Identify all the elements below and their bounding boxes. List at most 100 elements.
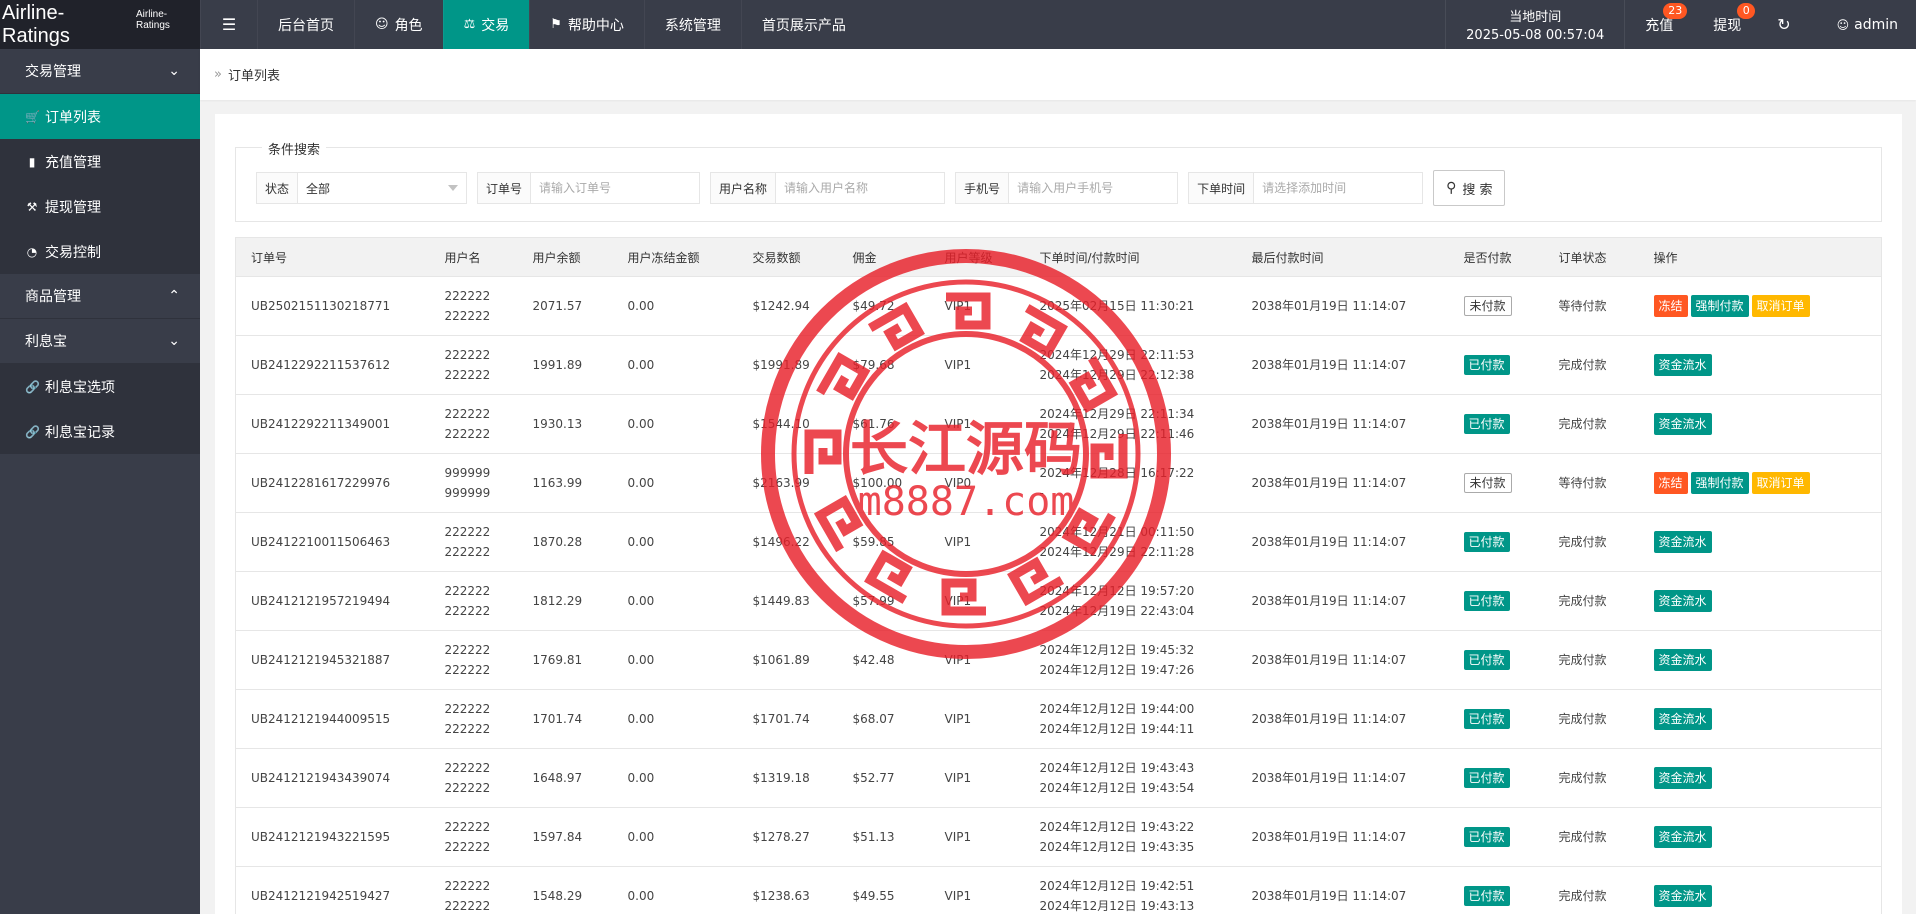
paid-cell: 已付款 (1448, 630, 1544, 690)
column-header: 用户等级 (929, 237, 1025, 277)
balance-cell: 1701.74 (517, 689, 613, 749)
order-input[interactable] (531, 173, 700, 203)
paid-cell: 已付款 (1448, 571, 1544, 631)
sidebar-group-trade[interactable]: 交易管理 ⌄ (0, 49, 200, 94)
table-row: UB2412121957219494 222222 222222 1812.29 0.0… (235, 571, 1882, 631)
fund-flow-button[interactable]: 资金流水 (1653, 354, 1712, 376)
fund-flow-button[interactable]: 资金流水 (1653, 649, 1712, 671)
last-pay-time-cell: 2038年01月19日 11:14:07 (1236, 748, 1449, 808)
recharge-badge: 23 (1663, 3, 1688, 19)
withdraw-button[interactable]: 提现 0 (1693, 0, 1761, 49)
fund-flow-button[interactable]: 资金流水 (1653, 531, 1712, 553)
username: 222222 (444, 289, 491, 303)
fund-flow-button[interactable]: 资金流水 (1653, 767, 1712, 789)
sidebar-item-recharge[interactable]: ▮ 充值管理 (0, 139, 200, 184)
freeze-button[interactable]: 冻结 (1653, 295, 1688, 317)
amount-cell: $1319.18 (737, 748, 838, 808)
nav-products[interactable]: 首页展示产品 (740, 0, 866, 49)
nav-help[interactable]: ⚑ 帮助中心 (529, 0, 644, 49)
username-cell: 222222 222222 (429, 807, 518, 867)
cancel-order-button[interactable]: 取消订单 (1751, 295, 1810, 317)
breadcrumb-current[interactable]: 订单列表 (228, 65, 280, 84)
paid-status-badge: 已付款 (1463, 591, 1510, 611)
actions-cell: 资金流水 (1638, 512, 1882, 572)
frozen-cell: 0.00 (612, 394, 738, 454)
freeze-button[interactable]: 冻结 (1653, 472, 1688, 494)
phone-label: 手机号 (956, 173, 1010, 203)
order-time-cell: 2024年12月28日 16:17:22 - (1024, 453, 1237, 513)
sidebar-group-interest[interactable]: 利息宝 ⌄ (0, 319, 200, 364)
fund-flow-button[interactable]: 资金流水 (1653, 590, 1712, 612)
user-phone: 222222 (444, 309, 491, 323)
commission-cell: $68.07 (837, 689, 930, 749)
paid-status-badge: 已付款 (1463, 886, 1510, 906)
recharge-button[interactable]: 充值 23 (1625, 0, 1693, 49)
nav-role[interactable]: ☺ 角色 (354, 0, 443, 49)
fund-flow-button[interactable]: 资金流水 (1653, 708, 1712, 730)
force-pay-button[interactable]: 强制付款 (1690, 295, 1749, 317)
username-cell: 222222 222222 (429, 512, 518, 572)
level-cell: VIP1 (929, 807, 1025, 867)
status-select[interactable]: 全部 (298, 173, 466, 203)
user-phone: 222222 (444, 545, 491, 559)
gauge-icon: ◔ (26, 244, 38, 259)
phone-input[interactable] (1009, 173, 1178, 203)
balance-cell: 1870.28 (517, 512, 613, 572)
sidebar-item-label: 交易控制 (45, 244, 101, 261)
sidebar-item-interest-options[interactable]: 🔗 利息宝选项 (0, 364, 200, 409)
user-menu[interactable]: ☺ admin (1807, 0, 1916, 49)
table-row: UB2412121943221595 222222 222222 1597.84 0.0… (235, 807, 1882, 867)
column-header: 佣金 (837, 237, 930, 277)
amount-cell: $1238.63 (737, 866, 838, 914)
pay-time: 2024年12月12日 19:43:35 (1039, 840, 1195, 854)
search-button[interactable]: ⚲ 搜 索 (1433, 170, 1506, 206)
nav-trade[interactable]: ⚖ 交易 (442, 0, 530, 49)
fund-flow-button[interactable]: 资金流水 (1653, 885, 1712, 907)
order-time-cell: 2024年12月12日 19:45:32 2024年12月12日 19:47:26 (1024, 630, 1237, 690)
level-cell: VIP1 (929, 748, 1025, 808)
order-status-cell: 完成付款 (1543, 335, 1639, 395)
user-phone: 222222 (444, 427, 491, 441)
logo[interactable]: Airline-Ratings Airline-Ratings (0, 0, 200, 49)
order-label: 订单号 (478, 173, 532, 203)
username-input[interactable] (776, 173, 945, 203)
nav-system[interactable]: 系统管理 (643, 0, 741, 49)
last-pay-time-cell: 2038年01月19日 11:14:07 (1236, 512, 1449, 572)
top-bar: Airline-Ratings Airline-Ratings ☰ 后台首页 ☺… (0, 0, 1916, 49)
frozen-cell: 0.00 (612, 512, 738, 572)
cancel-order-button[interactable]: 取消订单 (1751, 472, 1810, 494)
order-time-cell: 2024年12月12日 19:43:22 2024年12月12日 19:43:35 (1024, 807, 1237, 867)
order-id: UB2412121944009515 (235, 689, 430, 749)
user-phone: 222222 (444, 604, 491, 618)
phone-field: 手机号 (955, 172, 1179, 204)
content-card: 条件搜索 状态 全部 订单号 用户名称 手机号 下单 (215, 114, 1902, 914)
time-input[interactable] (1254, 173, 1423, 203)
nav-home[interactable]: 后台首页 (257, 0, 354, 49)
refresh-button[interactable]: ↻ (1761, 0, 1806, 49)
sidebar-item-withdraw[interactable]: ⚒ 提现管理 (0, 184, 200, 229)
order-status-cell: 完成付款 (1543, 571, 1639, 631)
pay-time: 2024年12月12日 19:43:13 (1039, 899, 1195, 913)
username: 222222 (444, 643, 491, 657)
pay-time: 2024年12月12日 19:47:26 (1039, 663, 1195, 677)
balance-cell: 2071.57 (517, 276, 613, 336)
sidebar-item-interest-records[interactable]: 🔗 利息宝记录 (0, 409, 200, 454)
last-pay-time-cell: 2038年01月19日 11:14:07 (1236, 866, 1449, 914)
force-pay-button[interactable]: 强制付款 (1690, 472, 1749, 494)
menu-toggle-button[interactable]: ☰ (200, 0, 257, 49)
sidebar-sub-interest: 🔗 利息宝选项 🔗 利息宝记录 (0, 364, 200, 454)
user-phone: 222222 (444, 722, 491, 736)
paid-cell: 已付款 (1448, 748, 1544, 808)
fund-flow-button[interactable]: 资金流水 (1653, 413, 1712, 435)
amount-cell: $1061.89 (737, 630, 838, 690)
fund-flow-button[interactable]: 资金流水 (1653, 826, 1712, 848)
order-time: 2024年12月12日 19:43:22 (1039, 820, 1195, 834)
sidebar-item-trade-control[interactable]: ◔ 交易控制 (0, 229, 200, 274)
search-legend: 条件搜索 (262, 139, 327, 158)
order-time: 2024年12月28日 16:17:22 (1039, 466, 1195, 480)
nav-label: 系统管理 (664, 17, 721, 34)
column-header: 最后付款时间 (1236, 237, 1449, 277)
sidebar-item-orders[interactable]: 🛒 订单列表 (0, 94, 200, 139)
scale-icon: ⚖ (463, 17, 476, 32)
sidebar-group-goods[interactable]: 商品管理 ⌃ (0, 274, 200, 319)
